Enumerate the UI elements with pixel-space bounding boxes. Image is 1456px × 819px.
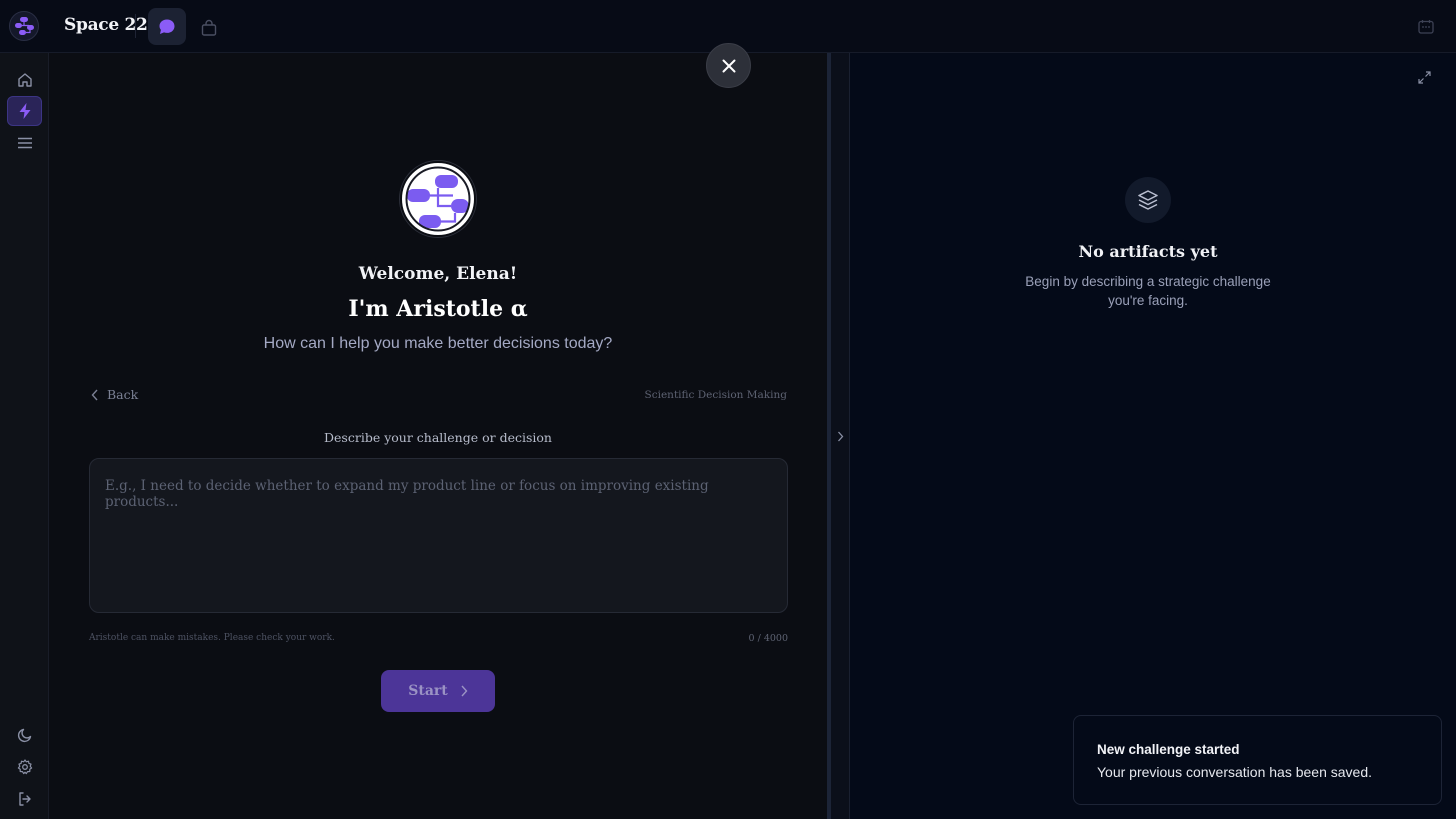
chevron-right-icon [837,431,843,441]
challenge-input[interactable] [89,458,788,613]
tab-chat[interactable] [148,8,186,45]
gear-icon [17,759,32,775]
back-label: Back [107,387,139,402]
calendar-button[interactable] [1414,15,1438,37]
artifacts-empty-title: No artifacts yet [1078,242,1218,261]
settings-button[interactable] [7,752,42,782]
title-divider [135,14,136,38]
menu-icon [17,137,32,149]
moon-icon [17,728,31,743]
workflow-logo-icon [15,17,34,35]
mode-label: Scientific Decision Making [644,389,787,401]
logout-button[interactable] [7,784,42,814]
expand-icon [1417,70,1431,84]
collapse-toggle[interactable] [833,428,847,444]
sidebar [0,53,49,819]
chat-bubble-icon [159,19,175,34]
assistant-intro: I'm Aristotle α [348,296,528,322]
toast-notification[interactable]: New challenge started Your previous conv… [1073,715,1442,805]
close-icon [722,59,735,72]
close-button[interactable] [706,43,751,88]
sidebar-item-home[interactable] [7,65,42,95]
start-label: Start [408,683,448,699]
sidebar-item-menu[interactable] [7,128,42,158]
home-icon [17,73,32,87]
toast-title: New challenge started [1097,742,1240,757]
start-button[interactable]: Start [381,670,495,712]
sidebar-item-challenges[interactable] [7,96,42,126]
divider-handle[interactable] [827,53,831,819]
app-logo[interactable] [9,11,39,41]
lightning-icon [19,103,30,119]
artifacts-empty-subtitle: Begin by describing a strategic challeng… [1025,274,1271,308]
chevron-right-icon [461,685,468,697]
toast-body: Your previous conversation has been save… [1097,764,1372,780]
welcome-heading: Welcome, Elena! [358,264,518,284]
back-button[interactable]: Back [91,387,138,402]
logout-icon [18,792,31,806]
theme-toggle[interactable] [7,720,42,750]
artifacts-panel: No artifacts yet Begin by describing a s… [850,53,1456,819]
assistant-question: How can I help you make better decisions… [263,335,613,352]
layers-badge [1125,177,1171,223]
calendar-icon [1418,19,1434,34]
chevron-left-icon [91,389,98,400]
assistant-avatar [400,161,476,237]
char-counter: 0 / 4000 [748,633,788,644]
layers-icon [1138,190,1158,210]
tab-shop[interactable] [196,14,222,40]
chat-panel: Welcome, Elena! I'm Aristotle α How can … [49,53,827,819]
expand-button[interactable] [1414,67,1434,87]
prompt-label: Describe your challenge or decision [324,430,552,445]
shopping-bag-icon [201,19,217,36]
workflow-avatar-icon [405,166,471,232]
disclaimer-text: Aristotle can make mistakes. Please chec… [89,633,335,643]
